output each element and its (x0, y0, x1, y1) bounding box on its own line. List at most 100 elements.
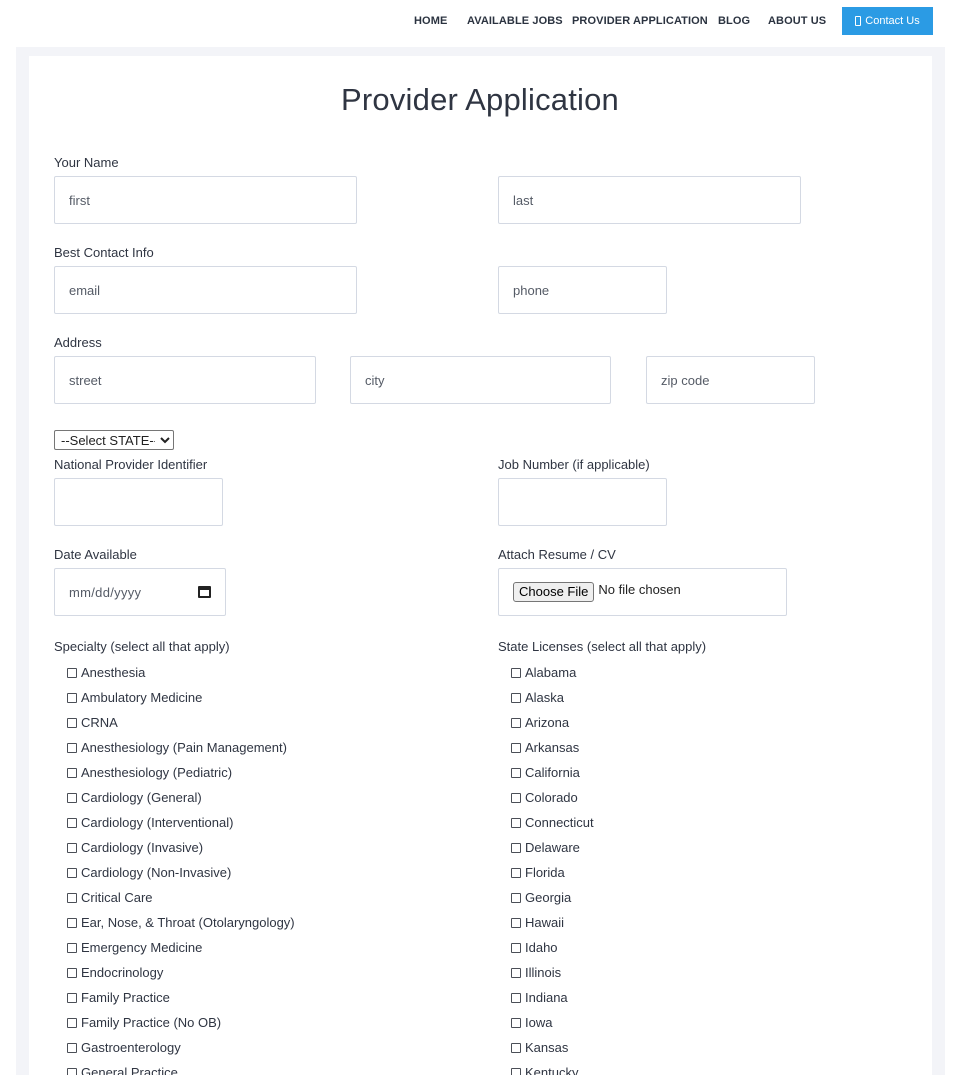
specialty-item[interactable]: Family Practice (67, 985, 295, 1010)
state-item[interactable]: Kentucky (511, 1060, 594, 1075)
calendar-icon[interactable] (198, 586, 211, 598)
checkbox[interactable] (67, 1017, 77, 1028)
specialty-item[interactable]: Gastroenterology (67, 1035, 295, 1060)
state-item[interactable]: Alabama (511, 660, 594, 685)
nav-available-jobs[interactable]: AVAILABLE JOBS (467, 15, 563, 27)
state-item[interactable]: Idaho (511, 935, 594, 960)
checkbox[interactable] (511, 867, 521, 878)
checkbox[interactable] (67, 667, 77, 678)
npi-input[interactable] (55, 479, 222, 525)
state-item[interactable]: California (511, 760, 594, 785)
checkbox[interactable] (67, 767, 77, 778)
specialty-item[interactable]: Ambulatory Medicine (67, 685, 295, 710)
state-item[interactable]: Arizona (511, 710, 594, 735)
contact-us-label: Contact Us (865, 15, 920, 27)
checkbox[interactable] (67, 917, 77, 928)
phone-input[interactable] (499, 267, 666, 313)
checkbox[interactable] (511, 1017, 521, 1028)
checkbox[interactable] (511, 892, 521, 903)
checkbox[interactable] (511, 717, 521, 728)
licenses-label: State Licenses (select all that apply) (498, 639, 707, 654)
state-item[interactable]: Arkansas (511, 735, 594, 760)
date-available-label: Date Available (54, 547, 137, 562)
choose-file-button[interactable]: Choose File (513, 582, 595, 602)
state-item[interactable]: Hawaii (511, 910, 594, 935)
specialty-item-label: Critical Care (81, 890, 153, 905)
specialty-item[interactable]: CRNA (67, 710, 295, 735)
checkbox[interactable] (511, 942, 521, 953)
checkbox[interactable] (511, 817, 521, 828)
checkbox[interactable] (511, 767, 521, 778)
page-title: Provider Application (341, 82, 619, 117)
specialty-item[interactable]: Anesthesia (67, 660, 295, 685)
nav-home[interactable]: HOME (414, 15, 447, 27)
checkbox[interactable] (67, 1067, 77, 1075)
checkbox[interactable] (511, 917, 521, 928)
checkbox[interactable] (67, 692, 77, 703)
checkbox[interactable] (511, 967, 521, 978)
checkbox[interactable] (67, 717, 77, 728)
state-item[interactable]: Illinois (511, 960, 594, 985)
state-item[interactable]: Iowa (511, 1010, 594, 1035)
state-item[interactable]: Florida (511, 860, 594, 885)
nav-about-us[interactable]: ABOUT US (768, 15, 826, 27)
specialty-item[interactable]: Cardiology (Non-Invasive) (67, 860, 295, 885)
specialty-list: Anesthesia Ambulatory Medicine CRNA Anes… (67, 660, 295, 1075)
nav-provider-application[interactable]: PROVIDER APPLICATION (572, 15, 708, 27)
state-item[interactable]: Colorado (511, 785, 594, 810)
checkbox[interactable] (67, 742, 77, 753)
checkbox[interactable] (511, 992, 521, 1003)
specialty-item-label: Family Practice (81, 990, 170, 1005)
checkbox[interactable] (67, 817, 77, 828)
last-name-field (498, 176, 801, 224)
checkbox[interactable] (511, 842, 521, 853)
specialty-item-label: Cardiology (Interventional) (81, 815, 234, 830)
nav-blog[interactable]: BLOG (718, 15, 750, 27)
checkbox[interactable] (511, 742, 521, 753)
contact-us-button[interactable]: Contact Us (842, 7, 933, 35)
specialty-item-label: Anesthesiology (Pediatric) (81, 765, 233, 780)
specialty-item[interactable]: Critical Care (67, 885, 295, 910)
specialty-item[interactable]: General Practice (67, 1060, 295, 1075)
zip-input[interactable] (647, 357, 814, 403)
specialty-item[interactable]: Ear, Nose, & Throat (Otolaryngology) (67, 910, 295, 935)
state-item[interactable]: Delaware (511, 835, 594, 860)
checkbox[interactable] (511, 667, 521, 678)
state-item-label: Arkansas (525, 740, 580, 755)
street-input[interactable] (55, 357, 315, 403)
checkbox[interactable] (67, 792, 77, 803)
name-label: Your Name (54, 155, 119, 170)
checkbox[interactable] (511, 792, 521, 803)
checkbox[interactable] (67, 892, 77, 903)
state-item[interactable]: Connecticut (511, 810, 594, 835)
npi-field (54, 478, 223, 526)
email-input[interactable] (55, 267, 356, 313)
checkbox[interactable] (67, 942, 77, 953)
checkbox[interactable] (67, 842, 77, 853)
specialty-item[interactable]: Family Practice (No OB) (67, 1010, 295, 1035)
date-available-input[interactable]: mm/dd/yyyy (54, 568, 226, 616)
city-input[interactable] (351, 357, 610, 403)
checkbox[interactable] (67, 1042, 77, 1053)
specialty-item[interactable]: Cardiology (Interventional) (67, 810, 295, 835)
first-name-input[interactable] (55, 177, 356, 223)
specialty-item[interactable]: Cardiology (General) (67, 785, 295, 810)
state-item[interactable]: Georgia (511, 885, 594, 910)
state-item[interactable]: Indiana (511, 985, 594, 1010)
specialty-item[interactable]: Anesthesiology (Pediatric) (67, 760, 295, 785)
checkbox[interactable] (67, 967, 77, 978)
last-name-input[interactable] (499, 177, 800, 223)
checkbox[interactable] (511, 1067, 521, 1075)
job-number-input[interactable] (499, 479, 666, 525)
state-item[interactable]: Alaska (511, 685, 594, 710)
checkbox[interactable] (511, 692, 521, 703)
checkbox[interactable] (511, 1042, 521, 1053)
checkbox[interactable] (67, 867, 77, 878)
specialty-item[interactable]: Endocrinology (67, 960, 295, 985)
specialty-item[interactable]: Emergency Medicine (67, 935, 295, 960)
state-item[interactable]: Kansas (511, 1035, 594, 1060)
state-select[interactable]: --Select STATE-- (54, 430, 174, 450)
checkbox[interactable] (67, 992, 77, 1003)
specialty-item[interactable]: Anesthesiology (Pain Management) (67, 735, 295, 760)
specialty-item[interactable]: Cardiology (Invasive) (67, 835, 295, 860)
